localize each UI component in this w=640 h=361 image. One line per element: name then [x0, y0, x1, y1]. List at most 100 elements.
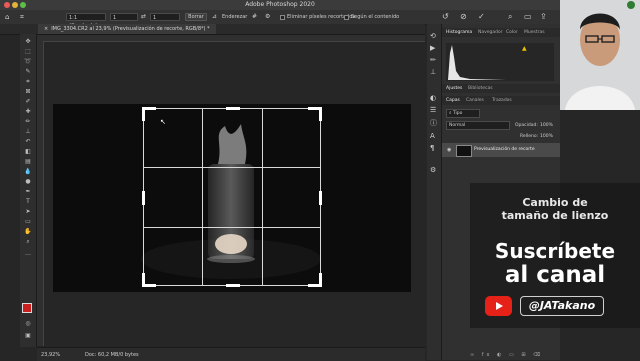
type-tool-icon[interactable]: T — [24, 198, 32, 205]
warning-icon[interactable]: ▲ — [522, 45, 527, 52]
crop-grid-line — [202, 109, 203, 285]
properties-icon[interactable]: ☰ — [430, 106, 436, 114]
dodge-tool-icon[interactable]: ● — [24, 178, 32, 185]
swap-dimensions-icon[interactable]: ⇄ — [141, 13, 146, 20]
fill-label: Relleno: — [520, 134, 539, 139]
blur-tool-icon[interactable]: 💧 — [24, 168, 32, 175]
path-select-tool-icon[interactable]: ➤ — [24, 208, 32, 215]
status-bar: 23,92% Doc: 60,2 MB/0 bytes — [37, 347, 425, 361]
document-tab-close-icon[interactable]: × — [44, 26, 48, 32]
adjustments-panel-tabs: Ajustes Bibliotecas — [442, 84, 560, 93]
brush-panel-icon[interactable]: ✏ — [430, 56, 436, 64]
delete-cropped-checkbox[interactable] — [280, 15, 285, 20]
history-brush-tool-icon[interactable]: ↶ — [24, 138, 32, 145]
tab-histogram[interactable]: Histograma — [446, 28, 472, 37]
crop-box[interactable] — [142, 107, 322, 287]
crop-width-input[interactable]: 1 — [110, 13, 138, 21]
crop-handle-left[interactable] — [142, 191, 145, 205]
crop-grid-line — [262, 109, 263, 285]
gradient-tool-icon[interactable]: ▤ — [24, 158, 32, 165]
youtube-play-icon — [496, 302, 503, 310]
horizontal-ruler[interactable] — [37, 35, 425, 42]
layer-panel-actions[interactable]: ∞ fx ◐ ▭ ⊞ ⌫ — [470, 352, 560, 360]
commit-check-icon[interactable]: ✓ — [478, 12, 488, 22]
zoom-tool-icon[interactable]: ⌕ — [24, 238, 32, 245]
stamp-tool-icon[interactable]: ⊥ — [24, 128, 32, 135]
crop-tool-icon[interactable]: ⌗ — [20, 12, 34, 22]
layer-kind-filter[interactable]: ⌕ Tipo — [446, 109, 480, 118]
crop-handle-right[interactable] — [319, 191, 322, 205]
zoom-level[interactable]: 23,92% — [41, 352, 60, 358]
play-actions-icon[interactable]: ▶ — [430, 44, 435, 52]
quick-mask-icon[interactable]: ◎ — [24, 320, 32, 327]
layers-panel-tabs: Capas Canales Trazados — [442, 96, 560, 105]
more-tools-icon[interactable]: … — [24, 250, 32, 257]
pen-tool-icon[interactable]: ✒ — [24, 188, 32, 195]
cancel-icon[interactable]: ⊘ — [460, 12, 470, 22]
tab-channels[interactable]: Canales — [466, 96, 484, 105]
ratio-select[interactable]: 1:1 (Cuadrado) — [66, 13, 106, 29]
tab-paths[interactable]: Trazados — [492, 96, 512, 105]
history-panel-icon[interactable]: ⟲ — [430, 32, 436, 40]
opacity-value[interactable]: 100% — [540, 123, 553, 128]
layer-thumbnail — [456, 145, 472, 157]
clone-source-icon[interactable]: ⊥ — [430, 68, 436, 76]
crop-height-input[interactable]: 1 — [150, 13, 180, 21]
tab-color[interactable]: Color — [506, 28, 518, 37]
crop-handle-bottom[interactable] — [226, 284, 240, 287]
lasso-tool-icon[interactable]: ➰ — [24, 58, 32, 65]
healing-tool-icon[interactable]: ✚ — [24, 108, 32, 115]
tab-adjustments[interactable]: Ajustes — [446, 84, 462, 93]
character-panel-icon[interactable]: A — [430, 132, 435, 140]
visibility-eye-icon[interactable]: ◉ — [447, 147, 451, 153]
document-tab-label: IMG_3304.CR2 al 23,9% (Previsualización … — [51, 26, 210, 32]
quick-select-tool-icon[interactable]: ✎ — [24, 68, 32, 75]
vertical-ruler[interactable] — [37, 41, 44, 346]
search-icon[interactable]: ⌕ — [508, 12, 518, 22]
reset-icon[interactable]: ↺ — [442, 12, 452, 22]
histogram-graph — [448, 45, 552, 80]
crop-handle-bottom-right-v[interactable] — [319, 273, 322, 287]
content-aware-checkbox[interactable] — [344, 15, 349, 20]
crop-tool-icon[interactable]: ⌗ — [24, 78, 32, 85]
foreground-color-swatch[interactable] — [22, 303, 32, 313]
document-tab[interactable]: × IMG_3304.CR2 al 23,9% (Previsualización… — [38, 24, 216, 34]
straighten-icon[interactable]: ⊿ — [212, 13, 220, 21]
layer-row[interactable]: ◉ Previsualización de recorte — [442, 143, 560, 157]
screen-mode-icon[interactable]: ▣ — [24, 332, 32, 339]
tab-swatches[interactable]: Muestras — [524, 28, 545, 37]
overlay-options-icon[interactable]: # — [252, 13, 260, 21]
crop-handle-bottom-left-v[interactable] — [142, 273, 145, 287]
tab-navigator[interactable]: Navegador — [478, 28, 503, 37]
straighten-label[interactable]: Enderezar — [222, 14, 247, 20]
crop-handle-top-right-v[interactable] — [319, 107, 322, 121]
marquee-tool-icon[interactable]: ⬚ — [24, 48, 32, 55]
share-icon[interactable]: ⇪ — [540, 12, 550, 22]
document-info[interactable]: Doc: 60,2 MB/0 bytes — [85, 352, 139, 358]
hand-tool-icon[interactable]: ✋ — [24, 228, 32, 235]
brush-tool-icon[interactable]: ✏ — [24, 118, 32, 125]
tab-libraries[interactable]: Bibliotecas — [468, 84, 493, 93]
frame-tool-icon[interactable]: ⊠ — [24, 88, 32, 95]
fill-value[interactable]: 100% — [540, 134, 553, 139]
caption-line-1: Cambio de — [522, 196, 588, 209]
panel-icon-strip: ⟲ ▶ ✏ ⊥ ◐ ☰ ⓘ A ¶ ⚙ — [427, 24, 442, 360]
move-tool-icon[interactable]: ✥ — [24, 38, 32, 45]
layer-name[interactable]: Previsualización de recorte — [474, 147, 535, 152]
crop-handle-top[interactable] — [226, 107, 240, 110]
paragraph-panel-icon[interactable]: ¶ — [430, 144, 434, 152]
adjustments-icon[interactable]: ◐ — [430, 94, 436, 102]
home-icon[interactable]: ⌂ — [5, 13, 14, 22]
glyphs-panel-icon[interactable]: ⚙ — [430, 166, 436, 174]
eraser-tool-icon[interactable]: ◧ — [24, 148, 32, 155]
clear-button[interactable]: Borrar — [185, 13, 207, 21]
settings-gear-icon[interactable]: ⚙ — [265, 13, 273, 21]
eyedropper-tool-icon[interactable]: ✐ — [24, 98, 32, 105]
subscribe-line-2: al canal — [504, 262, 606, 288]
blend-mode-select[interactable]: Normal — [446, 121, 510, 130]
info-icon[interactable]: ⓘ — [430, 118, 437, 128]
tab-layers[interactable]: Capas — [446, 96, 460, 105]
workspace-icon[interactable]: ▭ — [524, 12, 534, 22]
shape-tool-icon[interactable]: ▭ — [24, 218, 32, 225]
crop-handle-top-left-v[interactable] — [142, 107, 145, 121]
